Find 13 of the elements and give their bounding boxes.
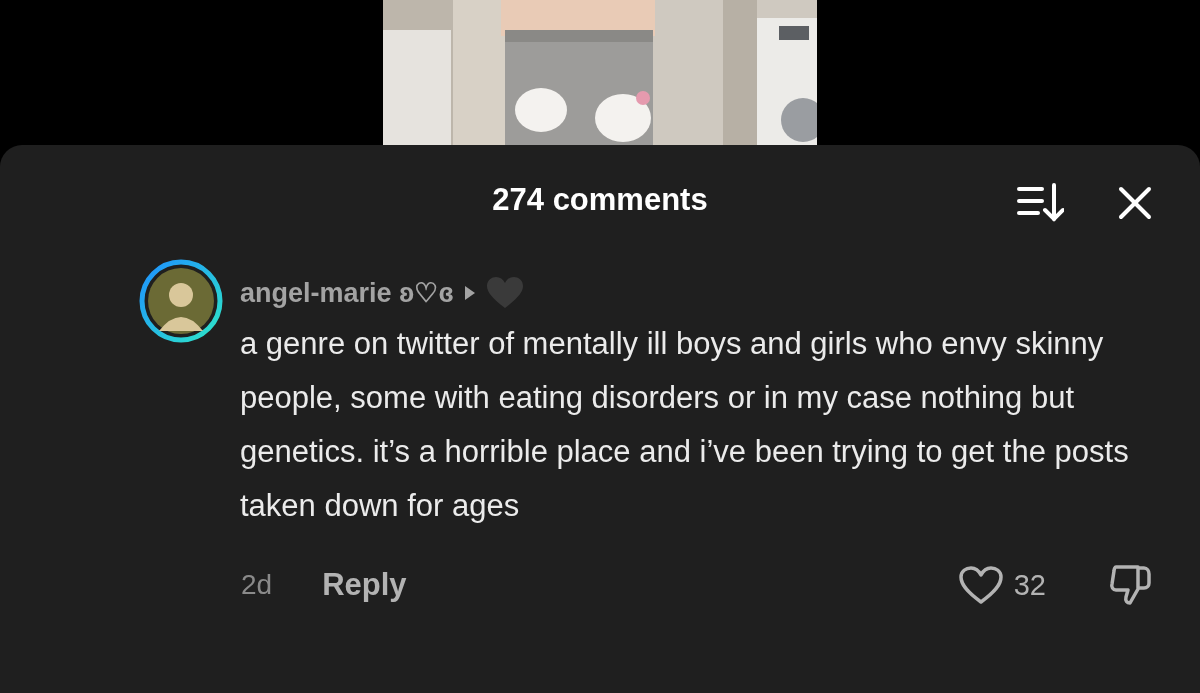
like-count: 32 xyxy=(1013,568,1046,602)
close-icon[interactable] xyxy=(1118,186,1152,220)
caret-icon xyxy=(463,285,476,301)
reply-button[interactable]: Reply xyxy=(322,567,407,603)
comment-age: 2d xyxy=(241,569,273,601)
sort-icon[interactable] xyxy=(1016,183,1064,223)
heart-icon xyxy=(485,276,524,310)
comment-text: a genre on twitter of mentally ill boys and girls who envy skinny people, some with eating disorders or in my case nothing but genetics. it’s a horrible place and i’ve been trying to get the posts taken down for ages xyxy=(240,325,1130,525)
username[interactable]: angel-marie ʚ♡ɞ xyxy=(240,277,454,309)
thumbs-down-icon[interactable] xyxy=(1108,563,1152,607)
comments-count-title: 274 comments xyxy=(492,182,708,218)
like-heart-icon[interactable] xyxy=(957,565,1004,605)
avatar[interactable] xyxy=(139,259,223,343)
